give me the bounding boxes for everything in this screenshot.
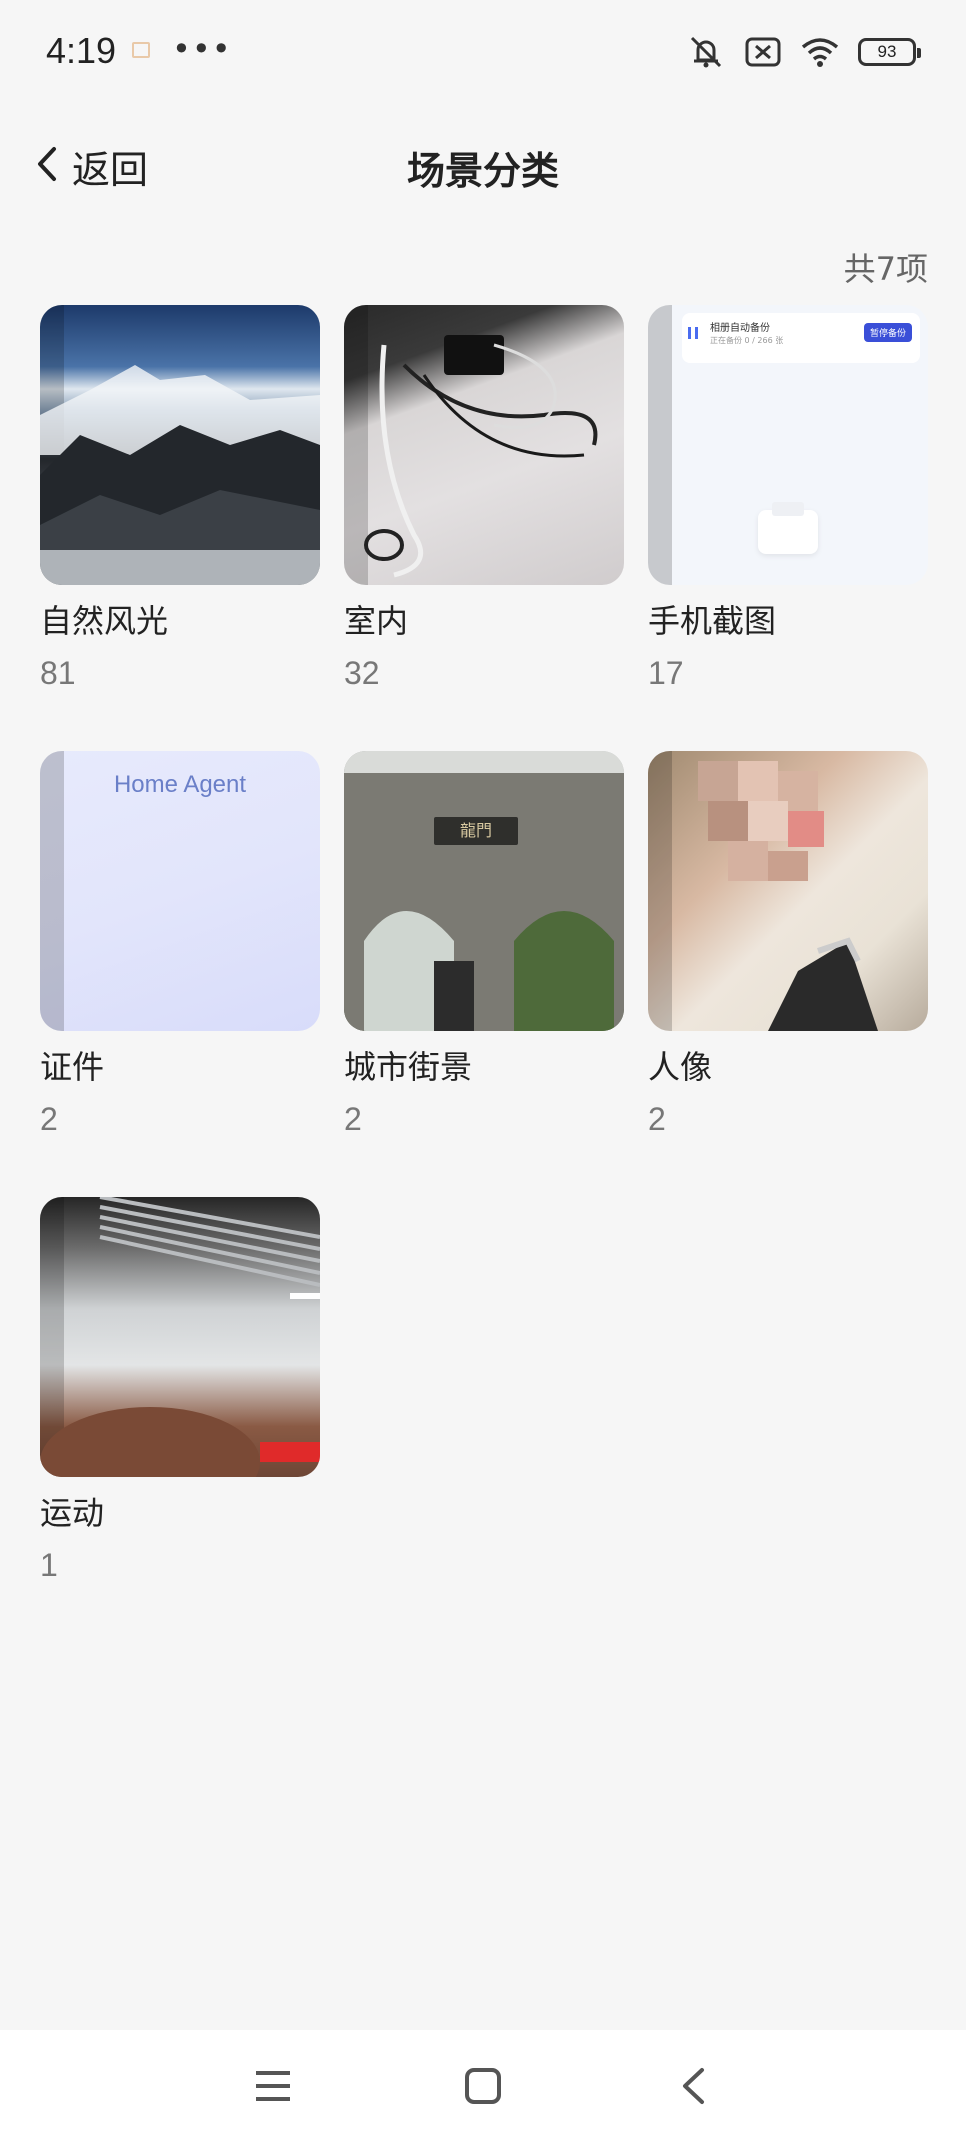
status-time: 4:19 (46, 30, 117, 71)
pause-icon (688, 327, 698, 339)
back-icon (680, 2066, 706, 2110)
category-count: 1 (40, 1547, 58, 1583)
category-tile-screenshot[interactable]: 相册自动备份 正在备份 0 / 266 张 暂停备份 手机截图 17 (648, 305, 928, 695)
category-count: 2 (40, 1101, 58, 1137)
category-thumbnail: 相册自动备份 正在备份 0 / 266 张 暂停备份 (648, 305, 928, 585)
category-name: 手机截图 (648, 602, 777, 640)
screenshot-button: 暂停备份 (863, 323, 912, 342)
mute-icon (686, 34, 726, 70)
category-thumbnail (648, 751, 928, 1031)
category-thumbnail (40, 1197, 320, 1477)
item-count: 共7项 (843, 250, 928, 288)
ceiling-image (40, 1197, 320, 1477)
category-name: 证件 (40, 1048, 105, 1086)
gate-image (344, 751, 624, 1031)
wifi-icon (800, 36, 840, 68)
menu-icon (254, 2069, 292, 2107)
category-thumbnail (40, 305, 320, 585)
menu-button[interactable] (238, 2053, 308, 2123)
portrait-image (698, 761, 878, 1031)
cables-image (364, 335, 598, 578)
category-name: 运动 (40, 1494, 105, 1532)
category-count: 32 (344, 655, 380, 691)
category-tile-sport[interactable]: 运动 1 (40, 1197, 320, 1587)
system-nav-bar (0, 2030, 966, 2146)
category-count: 81 (40, 655, 76, 691)
category-tile-indoor[interactable]: 室内 32 (344, 305, 624, 695)
category-tile-nature[interactable]: 自然风光 81 (40, 305, 320, 695)
category-name: 自然风光 (40, 602, 169, 640)
category-tile-portrait[interactable]: 人像 2 (648, 751, 928, 1141)
status-icons: 93 (686, 34, 921, 70)
document-text: Home Agent (113, 771, 247, 798)
screenshot-sub: 正在备份 0 / 266 张 (710, 336, 784, 345)
category-name: 室内 (344, 602, 409, 640)
battery-icon: 93 (858, 38, 921, 66)
more-notifications: ••• (172, 30, 232, 68)
category-thumbnail: Home Agent (40, 751, 320, 1031)
screenshot-header: 相册自动备份 (710, 323, 770, 334)
page-title: 场景分类 (406, 149, 559, 193)
nav-back-button[interactable] (658, 2053, 728, 2123)
category-count: 17 (648, 655, 684, 691)
home-icon (464, 2067, 502, 2109)
category-tile-document[interactable]: Home Agent 证件 2 (40, 751, 320, 1141)
mountain-image (40, 365, 320, 585)
status-bar: 4:19 ••• 93 (0, 0, 966, 110)
category-name: 人像 (648, 1048, 713, 1086)
no-sim-icon (744, 36, 782, 68)
header: 返回 场景分类 (0, 110, 966, 220)
category-thumbnail: 龍門 (344, 751, 624, 1031)
category-grid: 自然风光 81 室内 32 相册自动备份 正在备份 0 / 266 张 暂停备份… (40, 305, 940, 1587)
home-button[interactable] (448, 2053, 518, 2123)
gate-plaque: 龍門 (434, 817, 518, 845)
category-count: 2 (648, 1101, 666, 1137)
category-tile-street[interactable]: 龍門 城市街景 2 (344, 751, 624, 1141)
book-icon (132, 42, 150, 58)
category-name: 城市街景 (344, 1048, 473, 1086)
category-thumbnail (344, 305, 624, 585)
empty-box-icon (758, 502, 818, 554)
category-count: 2 (344, 1101, 362, 1137)
